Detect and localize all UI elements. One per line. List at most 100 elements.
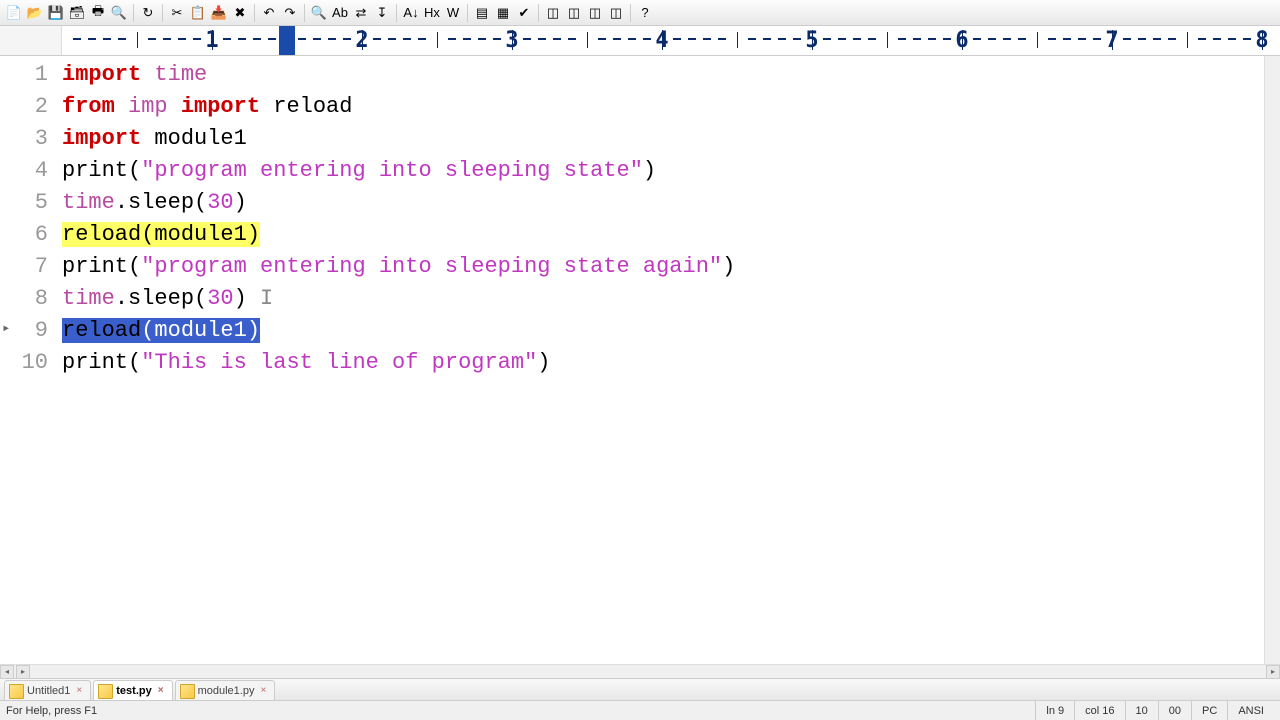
token-pn: ) xyxy=(247,318,260,343)
code-body[interactable]: import timefrom imp import reloadimport … xyxy=(62,56,1264,664)
window2-button[interactable]: ◫ xyxy=(564,3,584,23)
code-line[interactable]: reload(module1) xyxy=(62,218,1264,250)
toggle-panel-button[interactable]: ▤ xyxy=(472,3,492,23)
scroll-right-button[interactable]: ▸ xyxy=(16,665,30,679)
token-fn: reload xyxy=(62,318,141,343)
scroll-end-button[interactable]: ▸ xyxy=(1266,665,1280,679)
ruler-gutter xyxy=(0,26,62,55)
replace-button[interactable]: ⇄ xyxy=(351,3,371,23)
code-line[interactable]: import time xyxy=(62,58,1264,90)
copy-button[interactable]: 📋 xyxy=(188,3,208,23)
find-text-button[interactable]: Ab xyxy=(330,3,350,23)
help-button[interactable]: ? xyxy=(635,3,655,23)
status-encoding: ANSI xyxy=(1227,701,1274,720)
file-tab-label: Untitled1 xyxy=(27,685,70,697)
token-pn: ) xyxy=(247,222,260,247)
save-button[interactable]: 💾 xyxy=(46,3,66,23)
file-tab-label: module1.py xyxy=(198,685,255,697)
status-platform: PC xyxy=(1191,701,1227,720)
print-button[interactable]: 🖶 xyxy=(88,3,108,23)
font-smaller-button[interactable]: A↓ xyxy=(401,3,421,23)
line-number: 5 xyxy=(0,186,62,218)
toolbar-separator xyxy=(304,4,305,22)
horizontal-scrollbar[interactable]: ◂ ▸ ▸ xyxy=(0,664,1280,678)
token-fn: reload xyxy=(62,222,141,247)
token-pn: ( xyxy=(141,222,154,247)
token-fn: print xyxy=(62,350,128,375)
file-tab[interactable]: module1.py × xyxy=(175,680,276,700)
token-num: 30 xyxy=(207,190,233,215)
reload-button[interactable]: ↻ xyxy=(138,3,158,23)
ruler-track: 12345678 xyxy=(62,26,1280,55)
save-all-button[interactable]: 🗃 xyxy=(67,3,87,23)
document-tab-bar: Untitled1×test.py×module1.py× xyxy=(0,678,1280,700)
scroll-left-button[interactable]: ◂ xyxy=(0,665,14,679)
code-line[interactable]: reload(module1) xyxy=(62,314,1264,346)
file-tab[interactable]: Untitled1 × xyxy=(4,680,91,700)
font-larger-button[interactable]: Hx xyxy=(422,3,442,23)
delete-button[interactable]: ✖ xyxy=(230,3,250,23)
token-str: "program entering into sleeping state" xyxy=(141,158,643,183)
line-number: 1 xyxy=(0,58,62,90)
file-tab[interactable]: test.py× xyxy=(93,680,172,700)
token-str: "program entering into sleeping state ag… xyxy=(141,254,722,279)
token-pn: ) xyxy=(537,350,550,375)
line-number: 4 xyxy=(0,154,62,186)
token-pn: . xyxy=(115,286,128,311)
window1-button[interactable]: ◫ xyxy=(543,3,563,23)
toolbar-separator xyxy=(254,4,255,22)
token-mod: time xyxy=(62,190,115,215)
open-file-button[interactable]: 📂 xyxy=(25,3,45,23)
token-id: module1 xyxy=(154,222,246,247)
toolbar-separator xyxy=(467,4,468,22)
token-mod: time xyxy=(62,286,115,311)
status-sel2: 00 xyxy=(1158,701,1191,720)
token-id: module1 xyxy=(154,318,246,343)
code-line[interactable]: time.sleep(30) xyxy=(62,186,1264,218)
token-kw: import xyxy=(62,126,154,151)
status-line: ln 9 xyxy=(1035,701,1074,720)
token-pn: ) xyxy=(234,190,247,215)
print-preview-button[interactable]: 🔍 xyxy=(109,3,129,23)
highlighted-text: reload(module1) xyxy=(62,222,260,247)
undo-button[interactable]: ↶ xyxy=(259,3,279,23)
editor-area[interactable]: 12345678910 import timefrom imp import r… xyxy=(0,56,1280,664)
code-line[interactable]: print("program entering into sleeping st… xyxy=(62,154,1264,186)
code-line[interactable]: from imp import reload xyxy=(62,90,1264,122)
token-fn: sleep xyxy=(128,190,194,215)
check-button[interactable]: ✔ xyxy=(514,3,534,23)
code-line[interactable]: time.sleep(30) I xyxy=(62,282,1264,314)
goto-button[interactable]: ↧ xyxy=(372,3,392,23)
vertical-scrollbar[interactable] xyxy=(1264,56,1280,664)
line-number: 10 xyxy=(0,346,62,378)
find-button[interactable]: 🔍 xyxy=(309,3,329,23)
word-wrap-button[interactable]: W xyxy=(443,3,463,23)
close-tab-icon[interactable]: × xyxy=(260,685,266,696)
code-line[interactable]: print("program entering into sleeping st… xyxy=(62,250,1264,282)
token-fn: print xyxy=(62,158,128,183)
cut-button[interactable]: ✂ xyxy=(167,3,187,23)
code-line[interactable]: import module1 xyxy=(62,122,1264,154)
line-number: 7 xyxy=(0,250,62,282)
ruler-cursor xyxy=(279,26,295,56)
paste-button[interactable]: 📥 xyxy=(209,3,229,23)
line-number-gutter: 12345678910 xyxy=(0,56,62,664)
code-line[interactable]: print("This is last line of program") xyxy=(62,346,1264,378)
new-file-button[interactable]: 📄 xyxy=(4,3,24,23)
status-bar: For Help, press F1 ln 9 col 16 10 00 PC … xyxy=(0,700,1280,720)
token-fn: print xyxy=(62,254,128,279)
token-str: "This is last line of program" xyxy=(141,350,537,375)
close-tab-icon[interactable]: × xyxy=(76,685,82,696)
window3-button[interactable]: ◫ xyxy=(585,3,605,23)
redo-button[interactable]: ↷ xyxy=(280,3,300,23)
column-ruler: 12345678 xyxy=(0,26,1280,56)
token-pn: ( xyxy=(128,254,141,279)
token-kw: import xyxy=(62,62,154,87)
line-number: 8 xyxy=(0,282,62,314)
close-tab-icon[interactable]: × xyxy=(158,685,164,696)
toolbar-separator xyxy=(133,4,134,22)
window4-button[interactable]: ◫ xyxy=(606,3,626,23)
token-mod: imp xyxy=(128,94,181,119)
token-pn: ( xyxy=(194,286,207,311)
toggle-sidebar-button[interactable]: ▦ xyxy=(493,3,513,23)
